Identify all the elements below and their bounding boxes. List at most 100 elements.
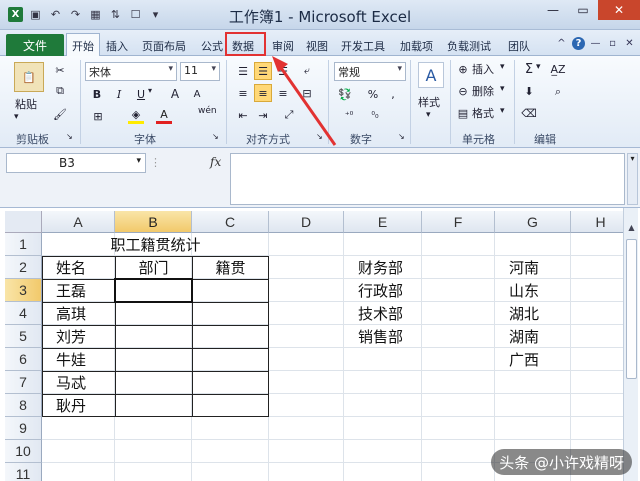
file-tab[interactable]: 文件 bbox=[6, 34, 64, 56]
currency-icon[interactable]: 💱 bbox=[336, 86, 354, 102]
window-minimize-icon[interactable]: — bbox=[589, 37, 602, 50]
chevron-down-icon[interactable]: ▾ bbox=[426, 110, 431, 120]
chevron-down-icon[interactable]: ▾ bbox=[500, 84, 505, 94]
italic-button[interactable]: I bbox=[112, 86, 126, 102]
chevron-down-icon[interactable]: ▾ bbox=[500, 106, 505, 116]
formula-input[interactable] bbox=[230, 153, 625, 205]
name-cell[interactable]: 牛娃 bbox=[42, 348, 115, 371]
grid-cell[interactable] bbox=[269, 440, 344, 463]
grid-cell[interactable] bbox=[42, 417, 115, 440]
column-header[interactable]: E bbox=[344, 211, 422, 233]
grow-font-button[interactable]: A bbox=[168, 86, 182, 102]
grid-cell[interactable] bbox=[269, 348, 344, 371]
vertical-scrollbar[interactable]: ▲ bbox=[623, 208, 638, 481]
grid-cell[interactable] bbox=[192, 417, 269, 440]
province-cell[interactable]: 湖南 bbox=[495, 325, 571, 348]
column-header[interactable]: G bbox=[495, 211, 571, 233]
font-name-select[interactable]: 宋体 ▾ bbox=[85, 62, 177, 81]
border-icon[interactable]: ⊞ bbox=[90, 108, 106, 124]
department-cell[interactable]: 销售部 bbox=[344, 325, 422, 348]
grid-cell[interactable] bbox=[344, 463, 422, 481]
align-right-icon[interactable]: ≡ bbox=[274, 84, 292, 102]
grid-cell[interactable] bbox=[269, 463, 344, 481]
column-header[interactable]: D bbox=[269, 211, 344, 233]
row-header[interactable]: 1 bbox=[5, 233, 42, 256]
font-launcher-icon[interactable]: ↘ bbox=[212, 132, 219, 141]
province-cell[interactable]: 山东 bbox=[495, 279, 571, 302]
tab-home[interactable]: 开始 bbox=[66, 33, 100, 57]
grid-cell[interactable] bbox=[422, 348, 495, 371]
grid-cell[interactable] bbox=[571, 302, 631, 325]
bold-button[interactable]: B bbox=[90, 86, 104, 102]
spreadsheet-grid[interactable]: A B C D E F G H 1 2 3 4 5 6 7 8 9 10 11 职工籍贯统计 姓名 部门 籍贯 王磊 高琪 刘芳牛… bbox=[0, 208, 640, 481]
clipboard-launcher-icon[interactable]: ↘ bbox=[66, 132, 73, 141]
grid-cell[interactable] bbox=[495, 233, 571, 256]
grid-cell[interactable] bbox=[269, 371, 344, 394]
name-cell[interactable]: 耿丹 bbox=[42, 394, 115, 417]
clear-icon[interactable]: ⌫ bbox=[521, 106, 537, 120]
formula-expand-icon[interactable]: ▾ bbox=[627, 153, 638, 205]
department-cell[interactable]: 技术部 bbox=[344, 302, 422, 325]
row-header[interactable]: 6 bbox=[5, 348, 42, 371]
tab-review[interactable]: 审阅 bbox=[272, 38, 294, 54]
minimize-icon[interactable]: — bbox=[538, 0, 568, 20]
sheet-title-cell[interactable]: 职工籍贯统计 bbox=[42, 233, 269, 256]
grid-cell[interactable] bbox=[269, 233, 344, 256]
row-header[interactable]: 8 bbox=[5, 394, 42, 417]
active-cell[interactable] bbox=[114, 278, 193, 303]
province-cell[interactable]: 河南 bbox=[495, 256, 571, 279]
number-launcher-icon[interactable]: ↘ bbox=[398, 132, 405, 141]
select-all-corner[interactable] bbox=[5, 211, 42, 233]
grid-cell[interactable] bbox=[344, 348, 422, 371]
grid-cell[interactable] bbox=[344, 233, 422, 256]
tab-developer[interactable]: 开发工具 bbox=[341, 38, 385, 54]
tab-page-layout[interactable]: 页面布局 bbox=[142, 38, 186, 54]
grid-cell[interactable] bbox=[192, 440, 269, 463]
grid-cell[interactable] bbox=[571, 325, 631, 348]
close-icon[interactable]: ✕ bbox=[598, 0, 640, 20]
orientation-icon[interactable]: ⤢ bbox=[280, 106, 298, 124]
scroll-thumb[interactable] bbox=[626, 239, 637, 379]
grid-cell[interactable] bbox=[422, 417, 495, 440]
tab-load-test[interactable]: 负载测试 bbox=[447, 38, 491, 54]
row-header[interactable]: 3 bbox=[5, 279, 42, 302]
sort-filter-icon[interactable]: A̲Z bbox=[550, 61, 566, 77]
fill-color-icon[interactable]: ◈ bbox=[128, 108, 144, 124]
grid-cell[interactable] bbox=[269, 279, 344, 302]
grid-cell[interactable] bbox=[42, 440, 115, 463]
chevron-down-icon[interactable]: ▾ bbox=[536, 62, 541, 72]
insert-function-button[interactable]: fx bbox=[210, 155, 221, 169]
grid-cell[interactable] bbox=[422, 256, 495, 279]
grid-cell[interactable] bbox=[495, 394, 571, 417]
align-bottom-icon[interactable]: ☰ bbox=[274, 62, 292, 80]
grid-cell[interactable] bbox=[422, 325, 495, 348]
name-cell[interactable]: 马忒 bbox=[42, 371, 115, 394]
tab-addins[interactable]: 加载项 bbox=[400, 38, 433, 54]
grid-cell[interactable] bbox=[115, 463, 192, 481]
insert-cells-icon[interactable]: ⊕ bbox=[456, 62, 470, 76]
grid-cell[interactable] bbox=[422, 279, 495, 302]
grid-cell[interactable] bbox=[571, 417, 631, 440]
fill-icon[interactable]: ⬇ bbox=[522, 84, 536, 98]
grid-cell[interactable] bbox=[571, 371, 631, 394]
maximize-icon[interactable]: ▭ bbox=[568, 0, 598, 20]
styles-icon[interactable]: A bbox=[418, 62, 444, 88]
increase-decimal-icon[interactable]: ⁺⁰ bbox=[340, 108, 358, 124]
grid-cell[interactable] bbox=[344, 371, 422, 394]
tab-formulas[interactable]: 公式 bbox=[201, 38, 223, 54]
autosum-button[interactable]: Σ bbox=[522, 61, 536, 77]
grid-cell[interactable] bbox=[269, 417, 344, 440]
column-header[interactable]: B bbox=[115, 211, 192, 233]
insert-cells-button[interactable]: 插入 bbox=[472, 61, 494, 77]
copy-icon[interactable]: ⧉ bbox=[52, 83, 68, 99]
format-cells-button[interactable]: 格式 bbox=[472, 105, 494, 121]
align-center-icon[interactable]: ≡ bbox=[254, 84, 272, 102]
shrink-font-button[interactable]: A bbox=[190, 86, 204, 102]
tab-team[interactable]: 团队 bbox=[508, 38, 530, 54]
font-color-icon[interactable]: A bbox=[156, 108, 172, 124]
align-middle-icon[interactable]: ☰ bbox=[254, 62, 272, 80]
grid-cell[interactable] bbox=[495, 371, 571, 394]
phonetic-guide-button[interactable]: wén bbox=[198, 106, 217, 116]
scroll-up-icon[interactable]: ▲ bbox=[624, 223, 639, 237]
tab-view[interactable]: 视图 bbox=[306, 38, 328, 54]
